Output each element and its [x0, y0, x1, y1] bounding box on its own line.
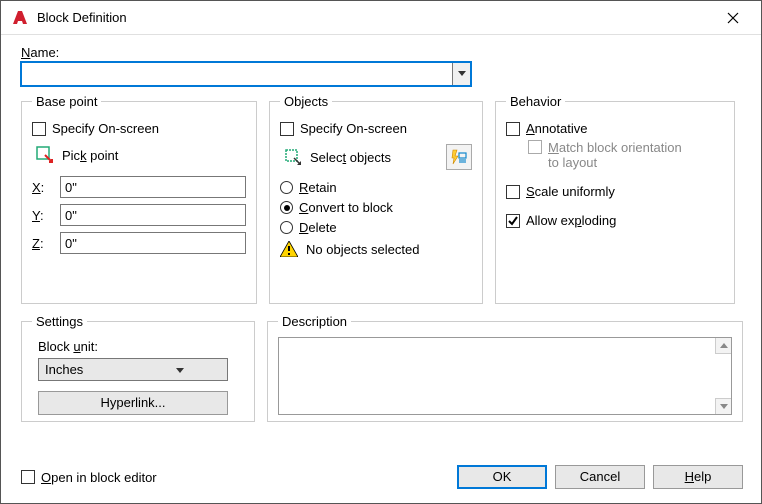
convert-radio[interactable]	[280, 201, 293, 214]
hyperlink-button[interactable]: Hyperlink...	[38, 391, 228, 415]
name-input[interactable]	[22, 63, 452, 85]
description-group: Description	[267, 314, 743, 422]
basepoint-legend: Base point	[32, 94, 101, 109]
y-input[interactable]	[60, 204, 246, 226]
basepoint-specify-onscreen-checkbox[interactable]	[32, 122, 46, 136]
chevron-down-icon	[458, 71, 466, 77]
select-objects-icon	[283, 147, 303, 167]
cancel-button[interactable]: Cancel	[555, 465, 645, 489]
pick-point-icon	[35, 145, 55, 165]
annotative-checkbox[interactable]	[506, 122, 520, 136]
open-in-block-editor-label: Open in block editor	[41, 470, 157, 485]
delete-radio[interactable]	[280, 221, 293, 234]
description-legend: Description	[278, 314, 351, 329]
x-input[interactable]	[60, 176, 246, 198]
warning-icon	[280, 241, 298, 257]
scale-uniformly-label: Scale uniformly	[526, 184, 615, 199]
settings-group: Settings Block unit: Inches Hyperlink...	[21, 314, 255, 422]
select-objects-button[interactable]	[282, 146, 304, 168]
app-logo-icon	[9, 7, 31, 29]
pick-point-label: Pick point	[62, 148, 118, 163]
objects-specify-onscreen-label: Specify On-screen	[300, 121, 407, 136]
description-scroll-down[interactable]	[715, 398, 731, 414]
close-icon	[727, 12, 739, 24]
z-label: Z:	[32, 236, 50, 251]
chevron-down-icon	[133, 362, 227, 377]
cancel-label: Cancel	[580, 469, 620, 484]
scale-uniformly-checkbox[interactable]	[506, 185, 520, 199]
match-orientation-label: Match block orientation to layout	[548, 140, 682, 170]
window-title: Block Definition	[37, 10, 713, 25]
basepoint-group: Base point Specify On-screen Pick point …	[21, 94, 257, 304]
open-in-block-editor-checkbox[interactable]	[21, 470, 35, 484]
select-objects-label: Select objects	[310, 150, 391, 165]
name-combo[interactable]	[21, 62, 471, 86]
match-orientation-checkbox	[528, 140, 542, 154]
quick-select-button[interactable]	[446, 144, 472, 170]
block-unit-select[interactable]: Inches	[38, 358, 228, 381]
annotative-label: Annotative	[526, 121, 587, 136]
convert-label: Convert to block	[299, 200, 393, 215]
ok-button[interactable]: OK	[457, 465, 547, 489]
block-unit-label: Block unit:	[38, 339, 244, 354]
behavior-group: Behavior Annotative Match block orientat…	[495, 94, 735, 304]
hyperlink-label: Hyperlink...	[100, 395, 165, 410]
help-button[interactable]: Help	[653, 465, 743, 489]
behavior-legend: Behavior	[506, 94, 565, 109]
pick-point-button[interactable]	[34, 144, 56, 166]
allow-exploding-label: Allow exploding	[526, 213, 616, 228]
objects-group: Objects Specify On-screen Select object	[269, 94, 483, 304]
block-unit-value: Inches	[39, 362, 133, 377]
close-button[interactable]	[713, 4, 753, 32]
help-label: Help	[685, 469, 712, 484]
no-objects-label: No objects selected	[306, 242, 419, 257]
settings-legend: Settings	[32, 314, 87, 329]
block-definition-dialog: Block Definition Name: Base point Specif…	[0, 0, 762, 504]
z-input[interactable]	[60, 232, 246, 254]
objects-legend: Objects	[280, 94, 332, 109]
objects-specify-onscreen-checkbox[interactable]	[280, 122, 294, 136]
retain-label: Retain	[299, 180, 337, 195]
chevron-up-icon	[720, 343, 728, 349]
y-label: Y:	[32, 208, 50, 223]
ok-label: OK	[493, 469, 512, 484]
description-textarea[interactable]	[279, 338, 715, 414]
name-dropdown-button[interactable]	[452, 63, 470, 85]
description-scroll-up[interactable]	[715, 338, 731, 354]
name-label: Name:	[21, 45, 743, 60]
x-label: X:	[32, 180, 50, 195]
allow-exploding-checkbox[interactable]	[506, 214, 520, 228]
retain-radio[interactable]	[280, 181, 293, 194]
description-box	[278, 337, 732, 415]
basepoint-specify-onscreen-label: Specify On-screen	[52, 121, 159, 136]
titlebar: Block Definition	[1, 1, 761, 35]
quick-select-icon	[450, 148, 468, 166]
delete-label: Delete	[299, 220, 337, 235]
chevron-down-icon	[720, 404, 728, 410]
